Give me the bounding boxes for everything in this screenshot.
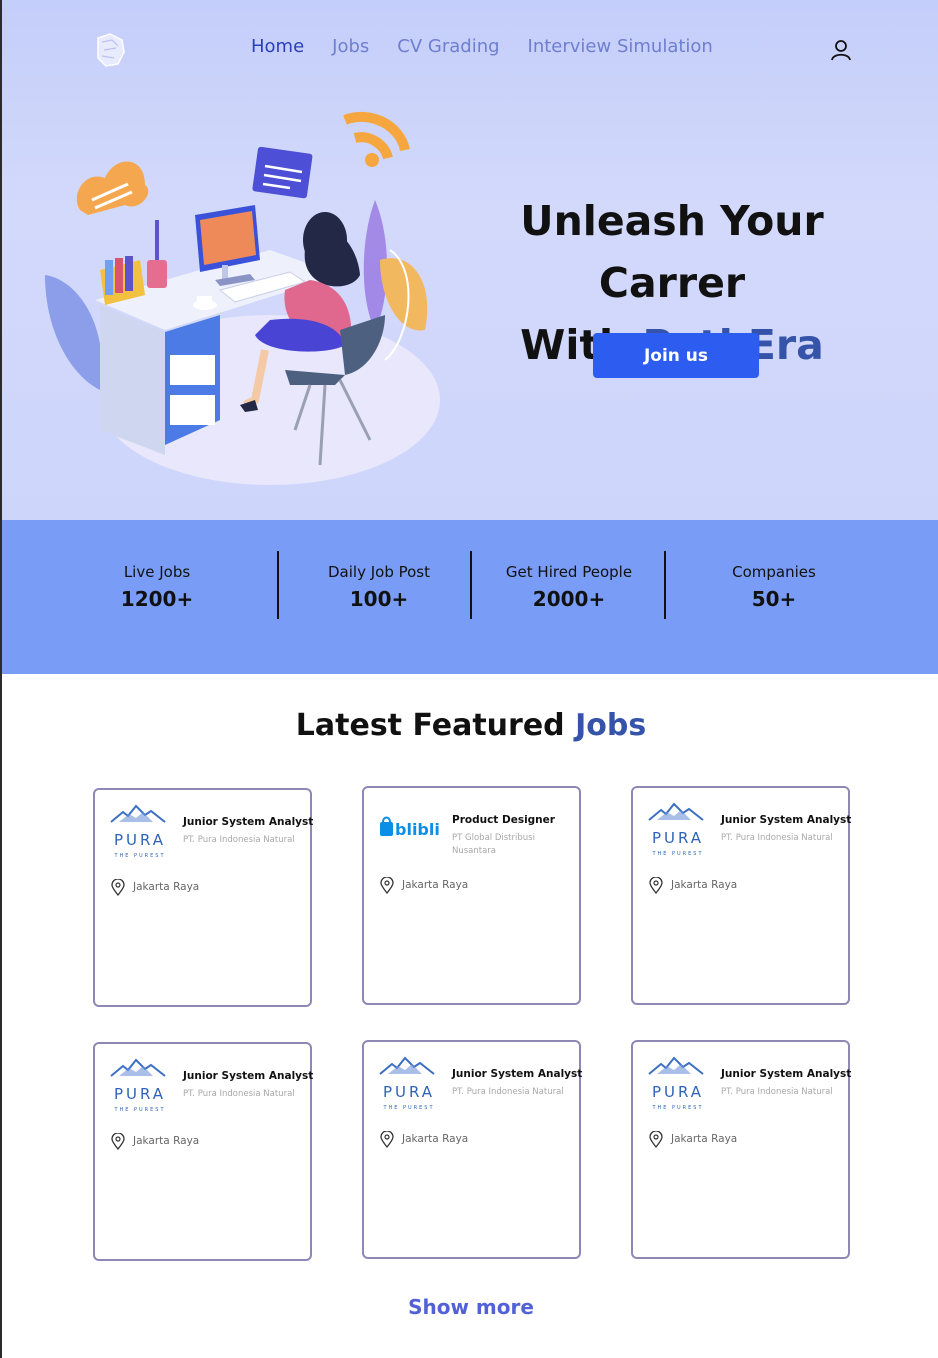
company-logo-subtext: THE PUREST [651, 1105, 703, 1111]
location-pin-icon [111, 879, 125, 896]
company-logo-text: PURA [114, 1085, 166, 1103]
company-name: PT. Pura Indonesia Natural [183, 835, 295, 845]
featured-title-prefix: Latest Featured [295, 708, 576, 743]
job-card[interactable]: PURA THE PUREST Junior System Analyst PT… [631, 786, 852, 1005]
stat-value: 50+ [751, 587, 797, 611]
stat-label: Live Jobs [123, 563, 191, 581]
join-us-button[interactable]: Join us [593, 333, 759, 378]
job-location: Jakarta Raya [671, 879, 738, 891]
company-name: PT. Pura Indonesia Natural [721, 1087, 833, 1097]
company-logo-subtext: THE PUREST [382, 1105, 434, 1111]
stat-value: 2000+ [532, 587, 606, 611]
location-pin-icon [380, 1131, 394, 1148]
stat-daily-job-post: Daily Job Post 100+ [304, 563, 454, 611]
stat-divider [277, 551, 279, 619]
pura-logo-icon: PURA THE PUREST [110, 1058, 166, 1113]
stat-label: Daily Job Post [328, 563, 430, 581]
job-card[interactable]: PURA THE PUREST Junior System Analyst PT… [631, 1040, 852, 1259]
stat-value: 1200+ [120, 587, 194, 611]
job-title: Junior System Analyst [183, 1070, 314, 1082]
company-name: PT. Pura Indonesia Natural [721, 833, 833, 843]
company-name: PT Global Distribusi Nusantara [452, 833, 535, 856]
company-logo-subtext: THE PUREST [113, 853, 165, 859]
featured-jobs-title: Latest Featured Jobs [2, 708, 938, 743]
nav-item-home[interactable]: Home [251, 36, 304, 57]
job-location: Jakarta Raya [402, 879, 469, 891]
job-title: Product Designer [452, 814, 555, 826]
company-logo-text: PURA [383, 1083, 435, 1101]
nav-item-cv-grading[interactable]: CV Grading [397, 36, 499, 57]
user-icon[interactable] [829, 38, 853, 62]
location-pin-icon [111, 1133, 125, 1150]
job-location: Jakarta Raya [133, 1135, 200, 1147]
company-logo-text: PURA [652, 1083, 704, 1101]
nav-item-jobs[interactable]: Jobs [332, 36, 369, 57]
company-name: PT. Pura Indonesia Natural [183, 1089, 295, 1099]
job-card[interactable]: PURA THE PUREST Junior System Analyst PT… [362, 1040, 583, 1259]
stat-value: 100+ [349, 587, 409, 611]
stats-bar: Live Jobs 1200+ Daily Job Post 100+ Get … [2, 520, 938, 674]
job-title: Junior System Analyst [452, 1068, 583, 1080]
company-logo-subtext: THE PUREST [651, 851, 703, 857]
nav-item-interview-simulation[interactable]: Interview Simulation [528, 36, 713, 57]
page: Home Jobs CV Grading Interview Simulatio… [0, 0, 938, 1358]
location-pin-icon [380, 877, 394, 894]
stat-divider [470, 551, 472, 619]
stat-live-jobs: Live Jobs 1200+ [97, 563, 217, 611]
hero-illustration [45, 111, 440, 485]
job-card[interactable]: blibli Product Designer PT Global Distri… [362, 786, 581, 1005]
company-logo-text: PURA [114, 831, 166, 849]
job-location: Jakarta Raya [671, 1133, 738, 1145]
job-location: Jakarta Raya [402, 1133, 469, 1145]
location-pin-icon [649, 877, 663, 894]
featured-title-accent: Jobs [575, 708, 647, 743]
job-title: Junior System Analyst [721, 814, 852, 826]
lion-logo-icon[interactable] [90, 30, 130, 70]
job-title: Junior System Analyst [721, 1068, 852, 1080]
headline-line-1: Unleash Your Carrer [520, 197, 824, 307]
pura-logo-icon: PURA THE PUREST [110, 804, 166, 859]
company-logo-subtext: THE PUREST [113, 1107, 165, 1113]
stat-label: Get Hired People [505, 563, 633, 581]
blibli-logo-icon: blibli [380, 816, 440, 839]
job-title: Junior System Analyst [183, 816, 314, 828]
main-nav: Home Jobs CV Grading Interview Simulatio… [251, 36, 741, 57]
company-logo-text: PURA [652, 829, 704, 847]
stat-divider [664, 551, 666, 619]
stat-companies: Companies 50+ [714, 563, 834, 611]
job-location: Jakarta Raya [133, 881, 200, 893]
location-pin-icon [649, 1131, 663, 1148]
hero-section: Home Jobs CV Grading Interview Simulatio… [2, 0, 938, 520]
stat-get-hired-people: Get Hired People 2000+ [489, 563, 649, 611]
job-card[interactable]: PURA THE PUREST Junior System Analyst PT… [93, 1042, 314, 1261]
pura-logo-icon: PURA THE PUREST [648, 1056, 704, 1111]
company-name: PT. Pura Indonesia Natural [452, 1087, 564, 1097]
job-card[interactable]: PURA THE PUREST Junior System Analyst PT… [93, 788, 314, 1007]
pura-logo-icon: PURA THE PUREST [648, 802, 704, 857]
company-logo-text: blibli [395, 820, 440, 839]
show-more-link[interactable]: Show more [2, 1295, 938, 1319]
stat-label: Companies [732, 563, 816, 581]
pura-logo-icon: PURA THE PUREST [379, 1056, 435, 1111]
